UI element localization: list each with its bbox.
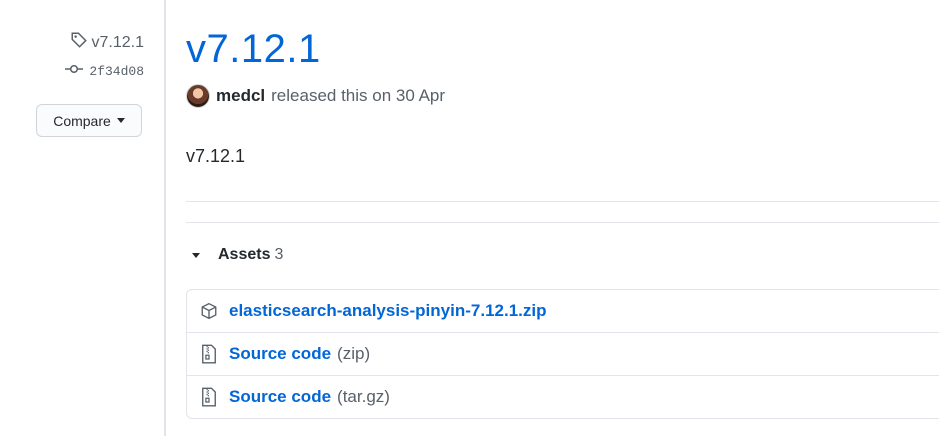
release-body: v7.12.1: [186, 146, 246, 166]
asset-list: elasticsearch-analysis-pinyin-7.12.1.zip…: [186, 289, 939, 419]
release-byline: medcl released this on 30 Apr: [186, 84, 445, 108]
commit-sha: 2f34d08: [89, 63, 144, 79]
compare-label: Compare: [53, 112, 111, 129]
release-title[interactable]: v7.12.1: [186, 27, 321, 72]
file-zip-icon: [199, 344, 219, 364]
asset-format[interactable]: (zip): [337, 344, 370, 364]
asset-format[interactable]: (tar.gz): [337, 387, 390, 407]
compare-button[interactable]: Compare: [36, 104, 142, 137]
caret-down-icon: [116, 118, 125, 123]
tag-link[interactable]: v7.12.1: [70, 31, 144, 54]
asset-row[interactable]: Source code (zip): [187, 332, 939, 375]
divider: [186, 201, 939, 202]
divider: [186, 222, 939, 223]
asset-link[interactable]: Source code: [229, 387, 331, 407]
file-zip-icon: [199, 387, 219, 407]
asset-row[interactable]: Source code (tar.gz): [187, 375, 939, 418]
asset-row[interactable]: elasticsearch-analysis-pinyin-7.12.1.zip: [187, 290, 939, 332]
release-sidebar: v7.12.1 2f34d08 Compare: [0, 0, 164, 436]
assets-toggle[interactable]: Assets 3: [192, 246, 283, 264]
package-icon: [199, 301, 219, 321]
commit-icon: [65, 63, 84, 79]
tag-icon: [70, 31, 88, 54]
triangle-down-icon: [192, 252, 200, 258]
asset-link[interactable]: elasticsearch-analysis-pinyin-7.12.1.zip: [229, 301, 546, 321]
asset-link[interactable]: Source code: [229, 344, 331, 364]
author-link[interactable]: medcl: [216, 86, 265, 106]
avatar[interactable]: [186, 84, 210, 108]
tag-label: v7.12.1: [91, 33, 144, 51]
assets-title: Assets: [218, 246, 271, 263]
assets-count: 3: [274, 246, 284, 263]
released-text: released this on 30 Apr: [271, 86, 446, 105]
commit-link[interactable]: 2f34d08: [65, 63, 144, 79]
sidebar-divider: [164, 0, 166, 436]
